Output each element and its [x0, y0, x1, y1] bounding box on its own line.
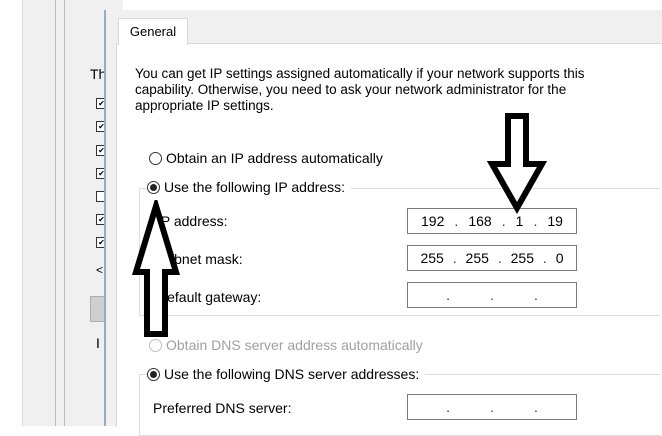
obtain-ip-auto-label: Obtain an IP address automatically	[166, 150, 383, 166]
mask-octet[interactable]: 0	[556, 246, 564, 270]
default-gateway-field[interactable]: . . .	[407, 282, 577, 308]
tab-general[interactable]: General	[118, 18, 188, 45]
background-partial-label: I	[96, 335, 100, 351]
background-divider	[55, 0, 56, 426]
mask-octet[interactable]: 255	[466, 246, 489, 270]
use-following-dns-option[interactable]: Use the following DNS server addresses:	[147, 366, 426, 382]
scroll-left-icon[interactable]: <	[96, 263, 103, 277]
radio-button[interactable]	[149, 151, 162, 165]
use-following-dns-label: Use the following DNS server addresses:	[164, 366, 420, 382]
obtain-dns-auto-option[interactable]: Obtain DNS server address automatically	[149, 337, 423, 353]
ip-octet[interactable]: 19	[547, 209, 563, 233]
ip-octet[interactable]: 192	[421, 209, 444, 233]
hollow-up-arrow-icon	[132, 200, 180, 337]
background-divider	[64, 0, 65, 426]
subnet-mask-field[interactable]: 255. 255. 255. 0	[407, 245, 577, 271]
hollow-down-arrow-icon	[486, 113, 548, 214]
obtain-dns-auto-label: Obtain DNS server address automatically	[166, 337, 423, 353]
preferred-dns-field[interactable]: . . .	[407, 394, 577, 420]
intro-text: You can get IP settings assigned automat…	[135, 66, 585, 113]
preferred-dns-label: Preferred DNS server:	[153, 400, 292, 416]
use-following-ip-label: Use the following IP address:	[164, 179, 346, 195]
obtain-ip-auto-option[interactable]: Obtain an IP address automatically	[149, 150, 383, 166]
radio-button-selected[interactable]	[147, 180, 160, 194]
radio-button-disabled[interactable]	[149, 338, 162, 352]
radio-button-selected[interactable]	[147, 367, 160, 381]
general-panel: You can get IP settings assigned automat…	[116, 43, 662, 436]
use-following-ip-option[interactable]: Use the following IP address:	[147, 179, 352, 195]
ipv4-properties-dialog: General You can get IP settings assigned…	[104, 10, 662, 436]
mask-octet[interactable]: 255	[420, 246, 443, 270]
mask-octet[interactable]: 255	[511, 246, 534, 270]
